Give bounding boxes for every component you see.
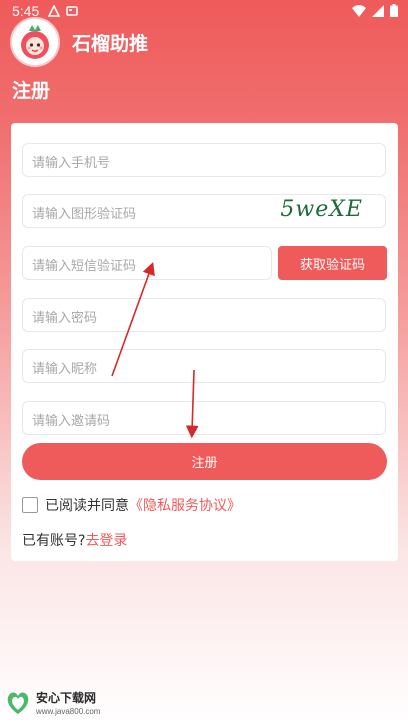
watermark-url: www.java800.com <box>36 706 101 716</box>
wifi-icon <box>352 4 366 17</box>
password-placeholder: 请输入密码 <box>32 311 98 326</box>
privacy-agreement-link[interactable]: 《隐私服务协议》 <box>129 495 241 515</box>
sms-code-placeholder: 请输入短信验证码 <box>32 259 137 274</box>
notification-a-icon <box>48 5 60 17</box>
nickname-input[interactable]: 请输入昵称 <box>22 349 386 383</box>
agree-checkbox[interactable] <box>22 497 38 513</box>
sms-code-input[interactable]: 请输入短信验证码 <box>22 246 272 280</box>
phone-placeholder: 请输入手机号 <box>32 156 111 171</box>
nickname-placeholder: 请输入昵称 <box>32 362 98 377</box>
agreement-row: 已阅读并同意 《隐私服务协议》 <box>22 495 241 515</box>
signal-icon <box>372 4 384 17</box>
notification-card-icon <box>66 6 78 16</box>
app-bar: 石榴助推 <box>10 17 400 67</box>
get-sms-code-button[interactable]: 获取验证码 <box>278 246 387 280</box>
go-login-link[interactable]: 去登录 <box>85 533 127 549</box>
register-form-card: 请输入手机号 请输入图形验证码 5weXE 请输入短信验证码 获取验证码 请输入… <box>11 123 398 561</box>
page-title: 注册 <box>12 80 51 102</box>
register-button[interactable]: 注册 <box>22 443 387 480</box>
battery-icon <box>390 4 398 17</box>
has-account-text: 已有账号? <box>22 533 86 549</box>
invite-code-input[interactable]: 请输入邀请码 <box>22 401 386 435</box>
password-input[interactable]: 请输入密码 <box>22 298 386 332</box>
invite-code-placeholder: 请输入邀请码 <box>32 414 111 429</box>
watermark-name: 安心下载网 <box>36 690 97 705</box>
image-code-placeholder: 请输入图形验证码 <box>32 207 137 222</box>
app-logo <box>10 17 60 67</box>
captcha-image[interactable]: 5weXE <box>280 197 363 222</box>
phone-input[interactable]: 请输入手机号 <box>22 143 386 177</box>
pomegranate-mascot-icon <box>21 25 49 59</box>
agree-prefix: 已阅读并同意 <box>45 498 129 514</box>
login-row: 已有账号?去登录 <box>22 530 127 550</box>
shield-heart-logo-icon <box>7 692 29 714</box>
watermark: 安心下载网 www.java800.com <box>4 688 100 716</box>
app-title: 石榴助推 <box>72 32 149 55</box>
image-code-input[interactable]: 请输入图形验证码 5weXE <box>22 194 386 228</box>
